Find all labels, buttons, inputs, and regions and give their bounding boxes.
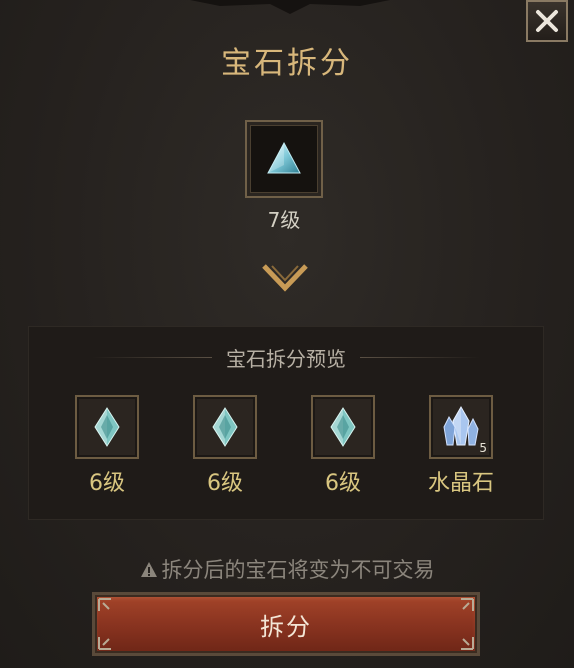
corner-ornament [98, 637, 111, 650]
item-count: 5 [479, 441, 487, 455]
item-slot [75, 395, 139, 459]
diamond-gem-icon [94, 407, 120, 447]
source-gem-level: 7级 [267, 208, 301, 232]
diamond-gem-icon [212, 407, 238, 447]
dialog-title: 宝石拆分 [221, 46, 353, 81]
diamond-gem-icon [330, 407, 356, 447]
corner-ornament [98, 598, 111, 611]
source-gem-slot[interactable] [245, 120, 323, 198]
preview-title: 宝石拆分预览 [226, 346, 346, 371]
top-ornament [190, 0, 390, 14]
divider [360, 356, 480, 358]
close-icon [536, 10, 558, 32]
divider [92, 356, 212, 358]
preview-item[interactable]: 6级 [191, 395, 259, 497]
triangle-gem-icon [267, 141, 301, 174]
split-button-label: 拆分 [260, 612, 312, 641]
crystal-icon [443, 405, 479, 446]
chevron-down-icon [262, 264, 308, 292]
split-preview-panel: 宝石拆分预览 6级 6级 6级 5 水晶石 [28, 326, 544, 520]
corner-ornament [461, 598, 474, 611]
item-label: 6级 [325, 471, 361, 496]
warning-icon [140, 562, 157, 577]
close-button[interactable] [526, 0, 568, 42]
item-label: 6级 [89, 471, 125, 496]
item-slot [311, 395, 375, 459]
preview-header: 宝石拆分预览 [29, 343, 543, 371]
preview-item[interactable]: 6级 [73, 395, 141, 497]
warning-message: 拆分后的宝石将变为不可交易 [0, 554, 574, 584]
preview-item[interactable]: 6级 [309, 395, 377, 497]
preview-item[interactable]: 5 水晶石 [427, 395, 495, 497]
warning-text: 拆分后的宝石将变为不可交易 [161, 558, 435, 582]
split-button[interactable]: 拆分 [92, 592, 480, 656]
gem-split-dialog: 宝石拆分 7级 宝石拆分预览 6级 6级 6级 5 水晶石 拆分后的宝石将变为不… [0, 0, 574, 668]
item-slot: 5 [429, 395, 493, 459]
item-slot [193, 395, 257, 459]
corner-ornament [461, 637, 474, 650]
item-label: 水晶石 [427, 471, 494, 496]
item-label: 6级 [207, 471, 243, 496]
